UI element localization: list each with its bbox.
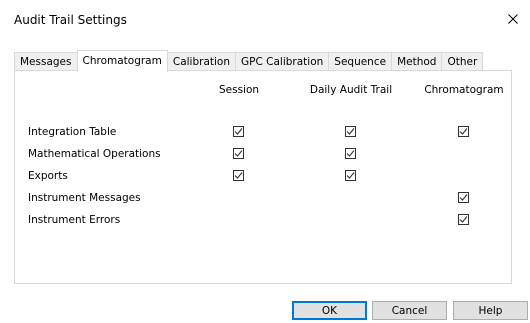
tab-calibration[interactable]: Calibration xyxy=(166,52,236,71)
mathematical-operations-session-checkbox[interactable] xyxy=(233,148,244,159)
tab-method[interactable]: Method xyxy=(391,52,443,71)
checkmark-icon xyxy=(346,172,355,179)
close-button[interactable] xyxy=(502,8,524,30)
integration-table-daily-audit-trail-checkbox[interactable] xyxy=(345,126,356,137)
close-icon xyxy=(508,14,518,24)
tab-messages[interactable]: Messages xyxy=(14,52,78,71)
checkmark-icon xyxy=(459,128,468,135)
instrument-messages-chromatogram-checkbox[interactable] xyxy=(458,192,469,203)
integration-table-session-checkbox[interactable] xyxy=(233,126,244,137)
tab-sequence[interactable]: Sequence xyxy=(328,52,393,71)
row-label-instrument-messages: Instrument Messages xyxy=(28,192,141,204)
column-header-daily-audit-trail: Daily Audit Trail xyxy=(309,84,393,96)
row-label-mathematical-operations: Mathematical Operations xyxy=(28,148,161,160)
window-title: Audit Trail Settings xyxy=(14,13,127,27)
integration-table-chromatogram-checkbox[interactable] xyxy=(458,126,469,137)
column-header-chromatogram: Chromatogram xyxy=(424,84,504,96)
audit-trail-settings-dialog: Audit Trail Settings Messages Chromatogr… xyxy=(0,0,530,323)
cancel-button[interactable]: Cancel xyxy=(372,301,447,320)
chromatogram-tab-panel: Session Daily Audit Trail Chromatogram I… xyxy=(14,70,512,284)
exports-session-checkbox[interactable] xyxy=(233,170,244,181)
tab-strip: Messages Chromatogram Calibration GPC Ca… xyxy=(14,50,484,72)
title-bar: Audit Trail Settings xyxy=(0,0,530,40)
checkmark-icon xyxy=(234,172,243,179)
ok-button[interactable]: OK xyxy=(292,301,367,320)
row-label-exports: Exports xyxy=(28,170,68,182)
column-header-session: Session xyxy=(218,84,260,96)
tab-chromatogram[interactable]: Chromatogram xyxy=(76,50,168,72)
tab-gpc-calibration[interactable]: GPC Calibration xyxy=(235,52,330,71)
help-button[interactable]: Help xyxy=(453,301,528,320)
checkmark-icon xyxy=(346,128,355,135)
checkmark-icon xyxy=(234,150,243,157)
tab-other[interactable]: Other xyxy=(441,52,484,71)
checkmark-icon xyxy=(459,194,468,201)
checkmark-icon xyxy=(234,128,243,135)
instrument-errors-chromatogram-checkbox[interactable] xyxy=(458,214,469,225)
checkmark-icon xyxy=(346,150,355,157)
checkmark-icon xyxy=(459,216,468,223)
exports-daily-audit-trail-checkbox[interactable] xyxy=(345,170,356,181)
mathematical-operations-daily-audit-trail-checkbox[interactable] xyxy=(345,148,356,159)
row-label-instrument-errors: Instrument Errors xyxy=(28,214,121,226)
row-label-integration-table: Integration Table xyxy=(28,126,117,138)
